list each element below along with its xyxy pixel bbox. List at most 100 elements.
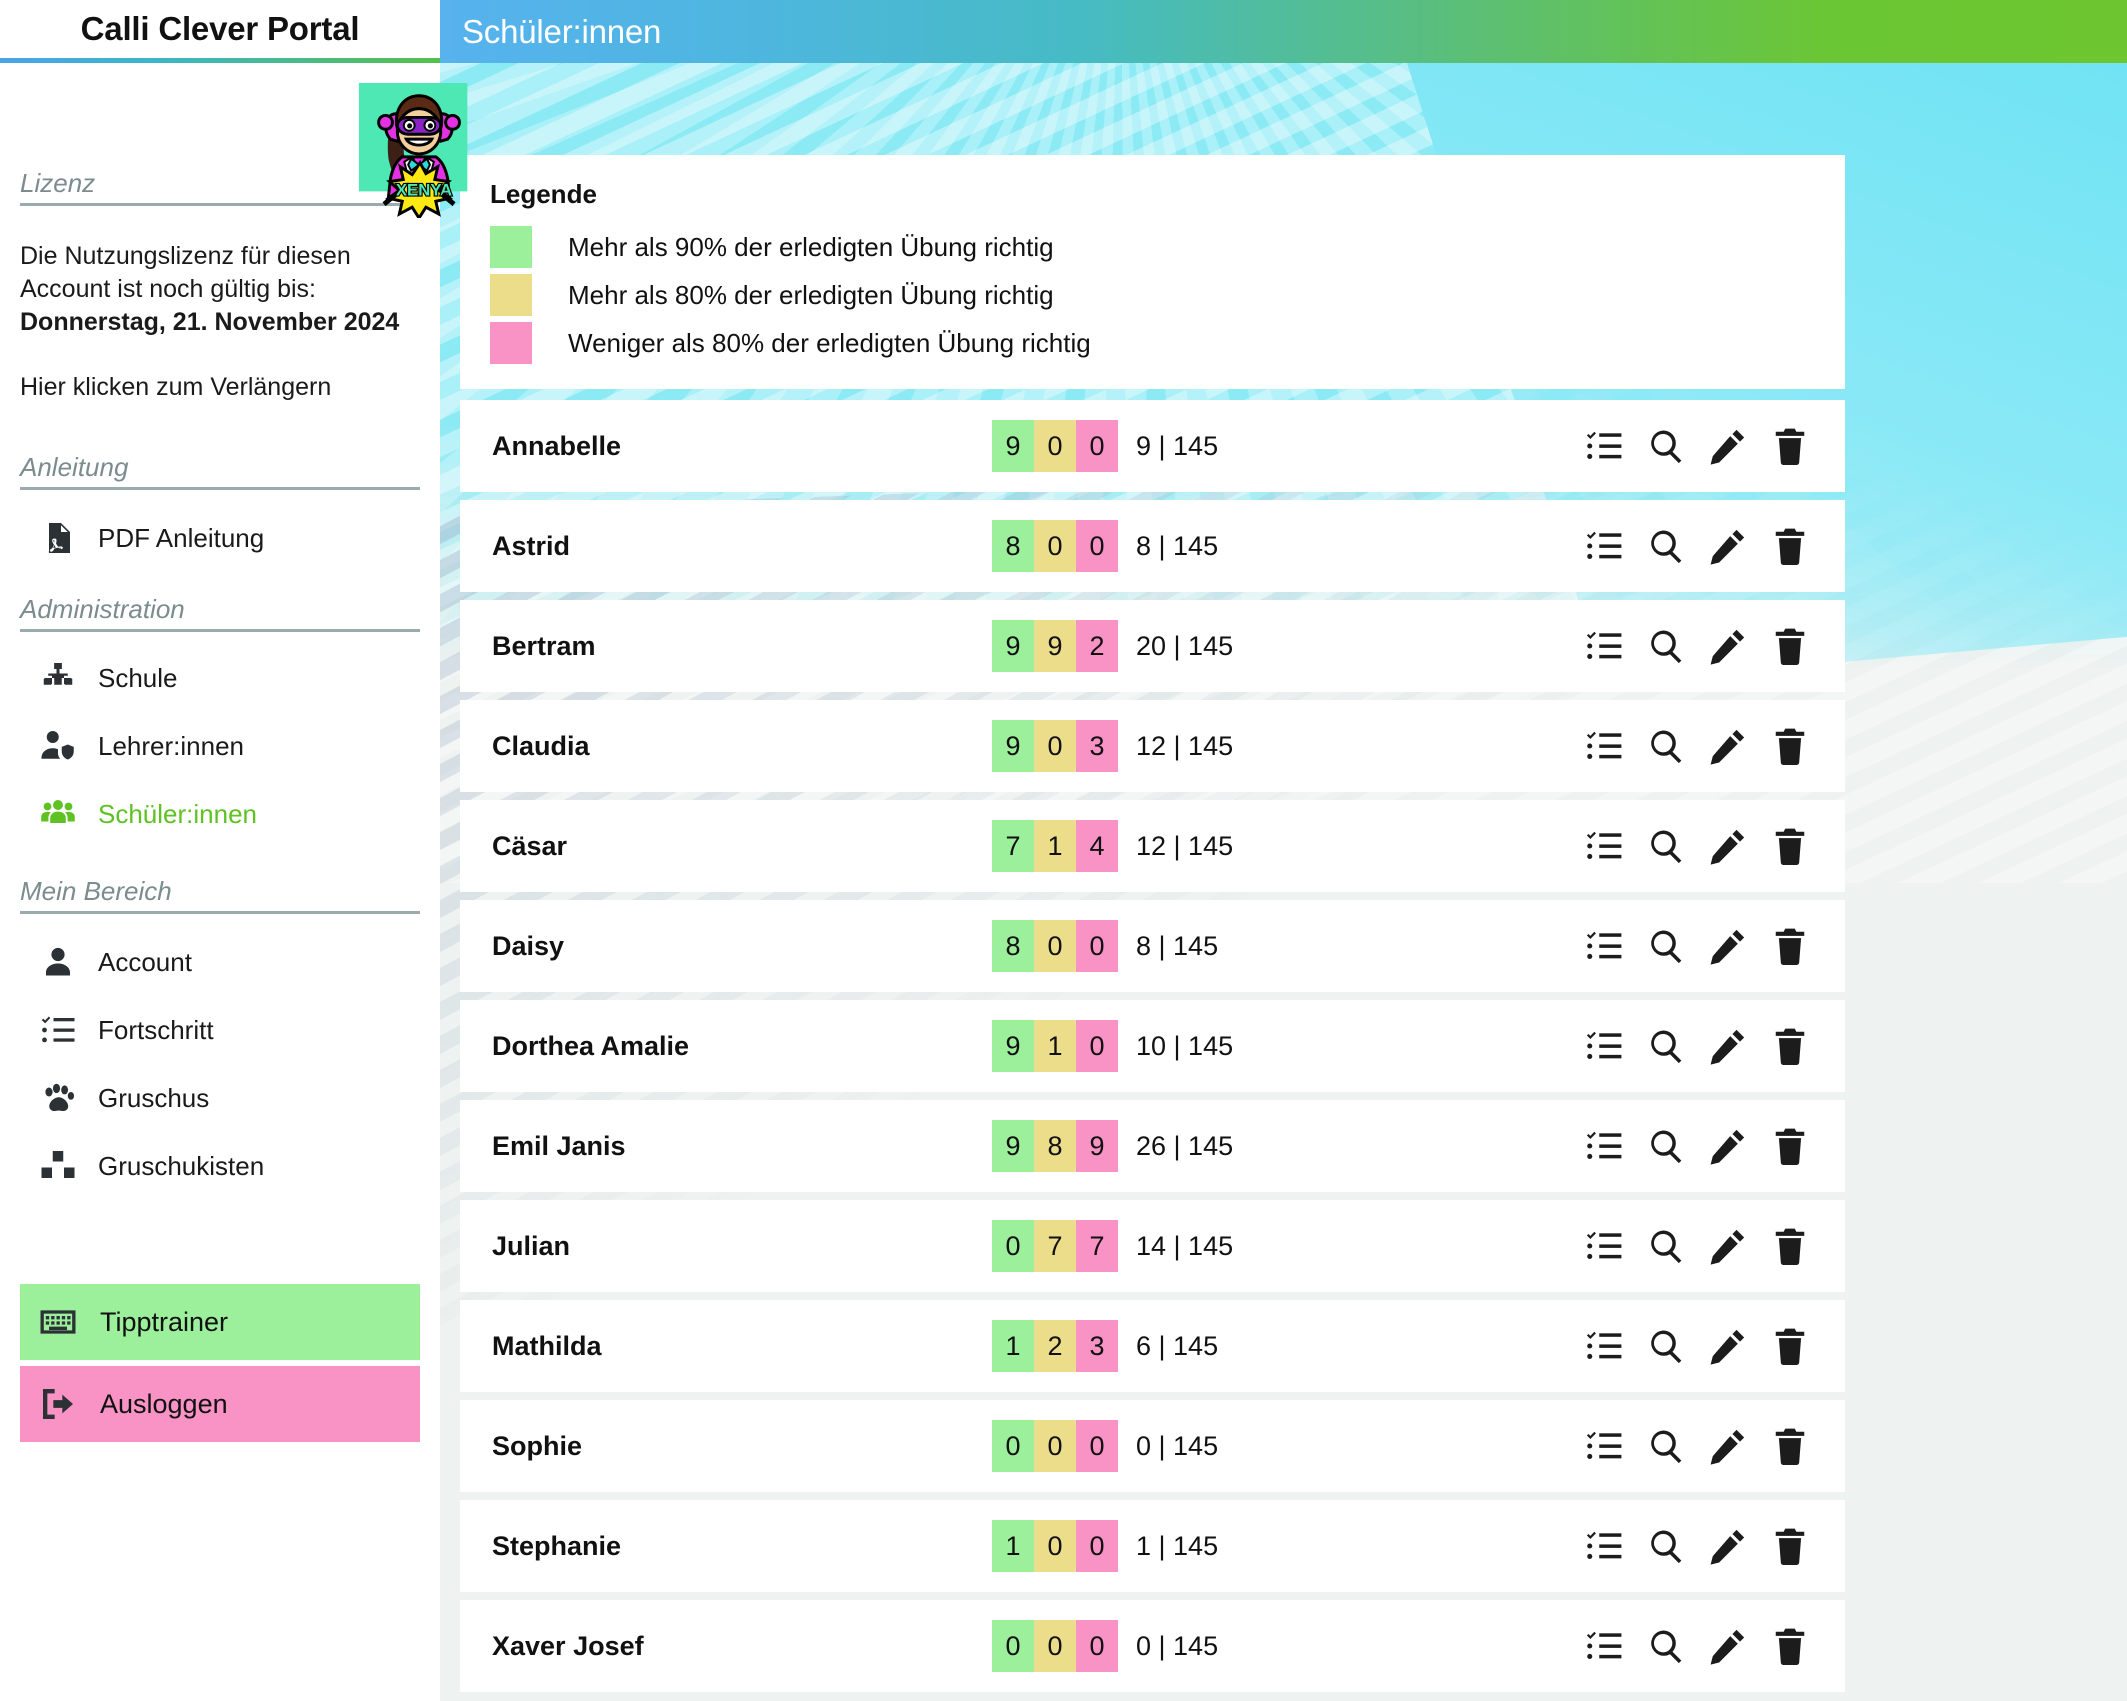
badge-yellow: 9 [1034, 620, 1076, 672]
sidebar-item-account[interactable]: Account [20, 928, 420, 996]
pencil-icon[interactable] [1709, 827, 1747, 865]
sidebar-item-fortschritt[interactable]: Fortschritt [20, 996, 420, 1064]
pencil-icon[interactable] [1709, 1027, 1747, 1065]
pencil-icon[interactable] [1709, 527, 1747, 565]
search-icon[interactable] [1647, 427, 1685, 465]
trash-icon[interactable] [1771, 1127, 1809, 1165]
pencil-icon[interactable] [1709, 1527, 1747, 1565]
checklist-icon[interactable] [1585, 1027, 1623, 1065]
sidebar: Calli Clever Portal Lizenz Die Nutzungsl… [0, 0, 440, 1701]
checklist-icon[interactable] [1585, 427, 1623, 465]
badge-yellow: 0 [1034, 1620, 1076, 1672]
score-badges: 000 [992, 1620, 1118, 1672]
search-icon[interactable] [1647, 1327, 1685, 1365]
legend-label: Weniger als 80% der erledigten Übung ric… [568, 327, 1091, 358]
checklist-icon[interactable] [1585, 1427, 1623, 1465]
checklist-icon[interactable] [1585, 527, 1623, 565]
trash-icon[interactable] [1771, 827, 1809, 865]
checklist-icon[interactable] [1585, 1127, 1623, 1165]
pencil-icon[interactable] [1709, 1327, 1747, 1365]
pencil-icon[interactable] [1709, 1627, 1747, 1665]
badge-yellow: 1 [1034, 820, 1076, 872]
checklist-icon[interactable] [1585, 727, 1623, 765]
sidebar-item-schule[interactable]: Schule [20, 644, 420, 712]
row-actions [1585, 1027, 1809, 1065]
pencil-icon[interactable] [1709, 1427, 1747, 1465]
search-icon[interactable] [1647, 627, 1685, 665]
tipptrainer-button[interactable]: Tipptrainer [20, 1284, 420, 1360]
checklist-icon[interactable] [1585, 927, 1623, 965]
sidebar-item-gruschukisten[interactable]: Gruschukisten [20, 1132, 420, 1200]
student-name: Xaver Josef [492, 1630, 644, 1661]
trash-icon[interactable] [1771, 1627, 1809, 1665]
completed-ratio: 12 | 145 [1136, 730, 1234, 761]
pencil-icon[interactable] [1709, 1227, 1747, 1265]
student-list: Annabelle 9 0 0 9 | 145 Astrid 8 0 0 8 | 145 Bertr… [460, 400, 1845, 1700]
trash-icon[interactable] [1771, 1427, 1809, 1465]
badge-yellow: 0 [1034, 1420, 1076, 1472]
badge-pink: 3 [1076, 1320, 1118, 1372]
trash-icon[interactable] [1771, 1227, 1809, 1265]
pencil-icon[interactable] [1709, 927, 1747, 965]
pdf-file-icon [38, 518, 78, 558]
pencil-icon[interactable] [1709, 627, 1747, 665]
administration-section: Administration [20, 594, 420, 632]
row-actions [1585, 1427, 1809, 1465]
trash-icon[interactable] [1771, 427, 1809, 465]
checklist-icon[interactable] [1585, 1527, 1623, 1565]
pencil-icon[interactable] [1709, 427, 1747, 465]
pencil-icon[interactable] [1709, 727, 1747, 765]
sidebar-item-gruschus[interactable]: Gruschus [20, 1064, 420, 1132]
search-icon[interactable] [1647, 827, 1685, 865]
search-icon[interactable] [1647, 1227, 1685, 1265]
legend-swatch [490, 274, 532, 316]
sidebar-item-label: Gruschus [98, 1082, 210, 1113]
legend-item: Mehr als 90% der erledigten Übung richti… [490, 223, 1845, 271]
search-icon[interactable] [1647, 527, 1685, 565]
table-row: Claudia 9 0 3 12 | 145 [460, 700, 1845, 792]
trash-icon[interactable] [1771, 1327, 1809, 1365]
avatar: XENYA [353, 80, 491, 221]
badge-yellow: 2 [1034, 1320, 1076, 1372]
badge-pink: 0 [1076, 1020, 1118, 1072]
checklist-icon[interactable] [1585, 1227, 1623, 1265]
main-content: Schüler:innen Legende Mehr als 90% der e… [440, 0, 2127, 1701]
student-name: Sophie [492, 1430, 583, 1461]
search-icon[interactable] [1647, 1127, 1685, 1165]
legend-panel: Legende Mehr als 90% der erledigten Übun… [460, 155, 1845, 389]
search-icon[interactable] [1647, 1527, 1685, 1565]
checklist-icon[interactable] [1585, 1627, 1623, 1665]
page-title: Schüler:innen [462, 12, 662, 50]
logout-icon [38, 1384, 78, 1424]
trash-icon[interactable] [1771, 1027, 1809, 1065]
student-name: Claudia [492, 730, 590, 761]
checklist-icon[interactable] [1585, 827, 1623, 865]
search-icon[interactable] [1647, 1627, 1685, 1665]
sidebar-item-pdf-anleitung[interactable]: PDF Anleitung [20, 504, 420, 572]
trash-icon[interactable] [1771, 627, 1809, 665]
logout-button[interactable]: Ausloggen [20, 1366, 420, 1442]
search-icon[interactable] [1647, 1427, 1685, 1465]
checklist-icon[interactable] [1585, 1327, 1623, 1365]
badge-yellow: 0 [1034, 920, 1076, 972]
table-row: Xaver Josef 0 0 0 0 | 145 [460, 1600, 1845, 1692]
trash-icon[interactable] [1771, 1527, 1809, 1565]
checklist-icon[interactable] [1585, 627, 1623, 665]
sidebar-item-schuelerinnen[interactable]: Schüler:innen [20, 780, 420, 848]
pencil-icon[interactable] [1709, 1127, 1747, 1165]
student-name: Bertram [492, 630, 596, 661]
search-icon[interactable] [1647, 727, 1685, 765]
trash-icon[interactable] [1771, 927, 1809, 965]
sidebar-item-lehrerinnen[interactable]: Lehrer:innen [20, 712, 420, 780]
badge-pink: 0 [1076, 1620, 1118, 1672]
search-icon[interactable] [1647, 927, 1685, 965]
sidebar-item-label: Fortschritt [98, 1014, 214, 1045]
student-name: Julian [492, 1230, 571, 1261]
legend-title: Legende [490, 179, 597, 209]
license-renew-link[interactable]: Hier klicken zum Verlängern [20, 373, 420, 402]
badge-pink: 7 [1076, 1220, 1118, 1272]
search-icon[interactable] [1647, 1027, 1685, 1065]
trash-icon[interactable] [1771, 527, 1809, 565]
trash-icon[interactable] [1771, 727, 1809, 765]
boxes-icon [38, 1146, 78, 1186]
